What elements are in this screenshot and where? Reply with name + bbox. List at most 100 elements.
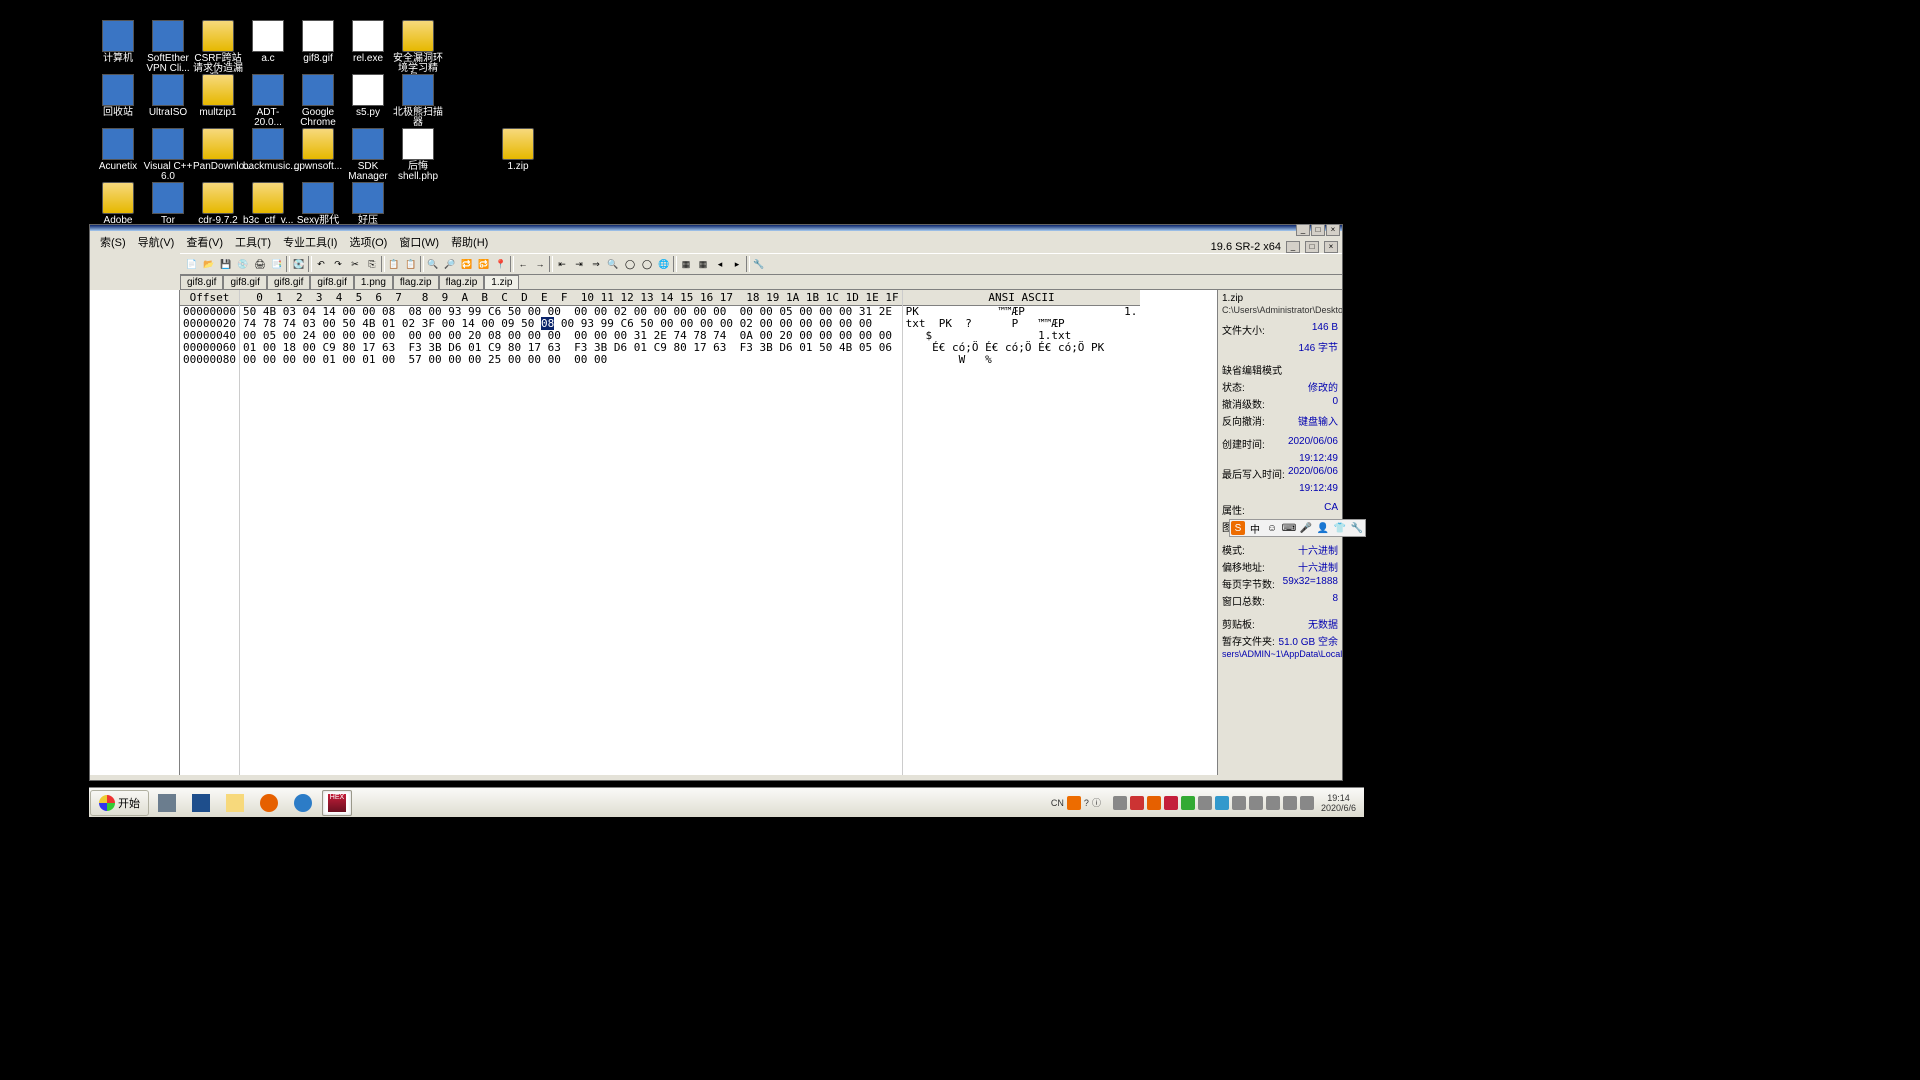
file-tab[interactable]: flag.zip — [393, 275, 439, 289]
paste-icon[interactable]: 📋 — [386, 256, 402, 272]
file-tab[interactable]: gif8.gif — [310, 275, 353, 289]
hex-cell[interactable]: 00 00 00 00 01 00 01 00 57 00 00 00 25 0… — [240, 354, 902, 366]
nav6-icon[interactable]: ◯ — [639, 256, 655, 272]
tray-icon-3[interactable] — [1147, 796, 1161, 810]
tray-icon-5[interactable] — [1181, 796, 1195, 810]
file-tab[interactable]: gif8.gif — [180, 275, 223, 289]
findhex-icon[interactable]: 🔎 — [442, 256, 458, 272]
desktop-icon[interactable]: b3c_ctf_v... — [242, 182, 294, 226]
disk-icon[interactable]: 💽 — [291, 256, 307, 272]
tray-sogou-icon[interactable] — [1067, 796, 1081, 810]
task-firefox-icon[interactable] — [254, 790, 284, 816]
desktop-icon[interactable]: 好压 — [342, 182, 394, 226]
ime-logo-icon[interactable]: S — [1231, 521, 1245, 535]
desktop-icon[interactable]: PanDownlo... — [192, 128, 244, 172]
next-icon[interactable]: ▸ — [729, 256, 745, 272]
desktop-icon[interactable]: gif8.gif — [292, 20, 344, 64]
tray-icon-4[interactable] — [1164, 796, 1178, 810]
desktop-icon[interactable]: 回收站 — [92, 74, 144, 118]
tray-icon-12[interactable] — [1300, 796, 1314, 810]
find-icon[interactable]: 🔍 — [425, 256, 441, 272]
replace-icon[interactable]: 🔁 — [459, 256, 475, 272]
file-tab[interactable]: gif8.gif — [223, 275, 266, 289]
desktop-icon[interactable]: Google Chrome — [292, 74, 344, 128]
desktop-icon[interactable]: s5.py — [342, 74, 394, 118]
offset-cell[interactable]: 00000080 — [180, 354, 239, 366]
tray-icon-7[interactable] — [1215, 796, 1229, 810]
tray-help-icon[interactable]: ? — [1084, 798, 1089, 808]
menu-item[interactable]: 选项(O) — [343, 232, 393, 252]
desktop-icon[interactable]: gpwnsoft... — [292, 128, 344, 172]
task-server-icon[interactable] — [152, 790, 182, 816]
props-icon[interactable]: 📑 — [269, 256, 285, 272]
desktop-icon[interactable]: backmusic... — [242, 128, 294, 172]
menu-item[interactable]: 导航(V) — [132, 232, 181, 252]
desktop-icon[interactable]: 后悔shell.php — [392, 128, 444, 182]
menu-item[interactable]: 专业工具(I) — [277, 232, 343, 252]
tray-icon-8[interactable] — [1232, 796, 1246, 810]
tray-icon-6[interactable] — [1198, 796, 1212, 810]
desktop-icon[interactable]: ADT-20.0... — [242, 74, 294, 128]
ime-toolbar[interactable]: S 中 ☺ ⌨ 🎤 👤 👕 🔧 — [1229, 519, 1366, 537]
paste2-icon[interactable]: 📋 — [403, 256, 419, 272]
desktop-icon[interactable]: SoftEther VPN Cli... — [142, 20, 194, 74]
tray-icon-9[interactable] — [1249, 796, 1263, 810]
nav3-icon[interactable]: ⇒ — [588, 256, 604, 272]
close-button[interactable]: × — [1326, 224, 1340, 236]
menu-item[interactable]: 查看(V) — [180, 232, 229, 252]
desktop-icon[interactable]: 北极熊扫描器 — [392, 74, 444, 128]
menu-item[interactable]: 窗口(W) — [393, 232, 445, 252]
tray-clock[interactable]: 19:14 2020/6/6 — [1317, 793, 1360, 813]
hex-view[interactable]: Offset 000000000000002000000040000000600… — [180, 290, 1217, 775]
task-powershell-icon[interactable] — [186, 790, 216, 816]
desktop-icon[interactable]: 1.zip — [492, 128, 544, 172]
ime-smile-icon[interactable]: ☺ — [1265, 521, 1279, 535]
back-icon[interactable]: ← — [515, 256, 531, 272]
goto-icon[interactable]: 📍 — [493, 256, 509, 272]
nav2-icon[interactable]: ⇥ — [571, 256, 587, 272]
desktop-icon[interactable]: rel.exe — [342, 20, 394, 64]
fwd-icon[interactable]: → — [532, 256, 548, 272]
restore-icon[interactable]: □ — [1305, 241, 1319, 253]
ime-skin-icon[interactable]: 👕 — [1333, 521, 1347, 535]
minimize-button[interactable]: _ — [1296, 224, 1310, 236]
menu-item[interactable]: 帮助(H) — [445, 232, 494, 252]
close-icon[interactable]: × — [1324, 241, 1338, 253]
nav1-icon[interactable]: ⇤ — [554, 256, 570, 272]
options-icon[interactable]: 🔧 — [751, 256, 767, 272]
save-icon[interactable]: 💾 — [218, 256, 234, 272]
maximize-button[interactable]: □ — [1311, 224, 1325, 236]
print-icon[interactable]: 🖨 — [252, 256, 268, 272]
ime-lang-icon[interactable]: 中 — [1248, 521, 1262, 535]
nav4-icon[interactable]: 🔍 — [605, 256, 621, 272]
ime-tool-icon[interactable]: 🔧 — [1350, 521, 1364, 535]
replace2-icon[interactable]: 🔂 — [476, 256, 492, 272]
start-button[interactable]: 开始 — [90, 790, 149, 816]
task-app-icon[interactable] — [288, 790, 318, 816]
desktop-icon[interactable]: SDK Manager — [342, 128, 394, 182]
menu-item[interactable]: 工具(T) — [229, 232, 277, 252]
desktop-icon[interactable]: Visual C++ 6.0 — [142, 128, 194, 182]
nav5-icon[interactable]: ◯ — [622, 256, 638, 272]
file-tab[interactable]: flag.zip — [439, 275, 485, 289]
minimize-icon[interactable]: _ — [1286, 241, 1300, 253]
desktop-icon[interactable]: Adobe — [92, 182, 144, 226]
ascii-cell[interactable]: W % — [903, 354, 1141, 366]
desktop-icon[interactable]: Acunetix — [92, 128, 144, 172]
prev-icon[interactable]: ◂ — [712, 256, 728, 272]
task-explorer-icon[interactable] — [220, 790, 250, 816]
ime-mic-icon[interactable]: 🎤 — [1299, 521, 1313, 535]
open-icon[interactable]: 📂 — [201, 256, 217, 272]
cut-icon[interactable]: ✂ — [347, 256, 363, 272]
task-winhex-icon[interactable]: HEX — [322, 790, 352, 816]
ime-person-icon[interactable]: 👤 — [1316, 521, 1330, 535]
file-tab[interactable]: gif8.gif — [267, 275, 310, 289]
saveall-icon[interactable]: 💿 — [235, 256, 251, 272]
desktop-icon[interactable]: a.c — [242, 20, 294, 64]
desktop-icon[interactable]: UltraISO — [142, 74, 194, 118]
desktop-icon[interactable]: multzip1 — [192, 74, 244, 118]
tray-info-icon[interactable]: ⓘ — [1092, 796, 1101, 809]
file-tab[interactable]: 1.zip — [484, 275, 519, 289]
undo-icon[interactable]: ↶ — [313, 256, 329, 272]
tray-icon-1[interactable] — [1113, 796, 1127, 810]
